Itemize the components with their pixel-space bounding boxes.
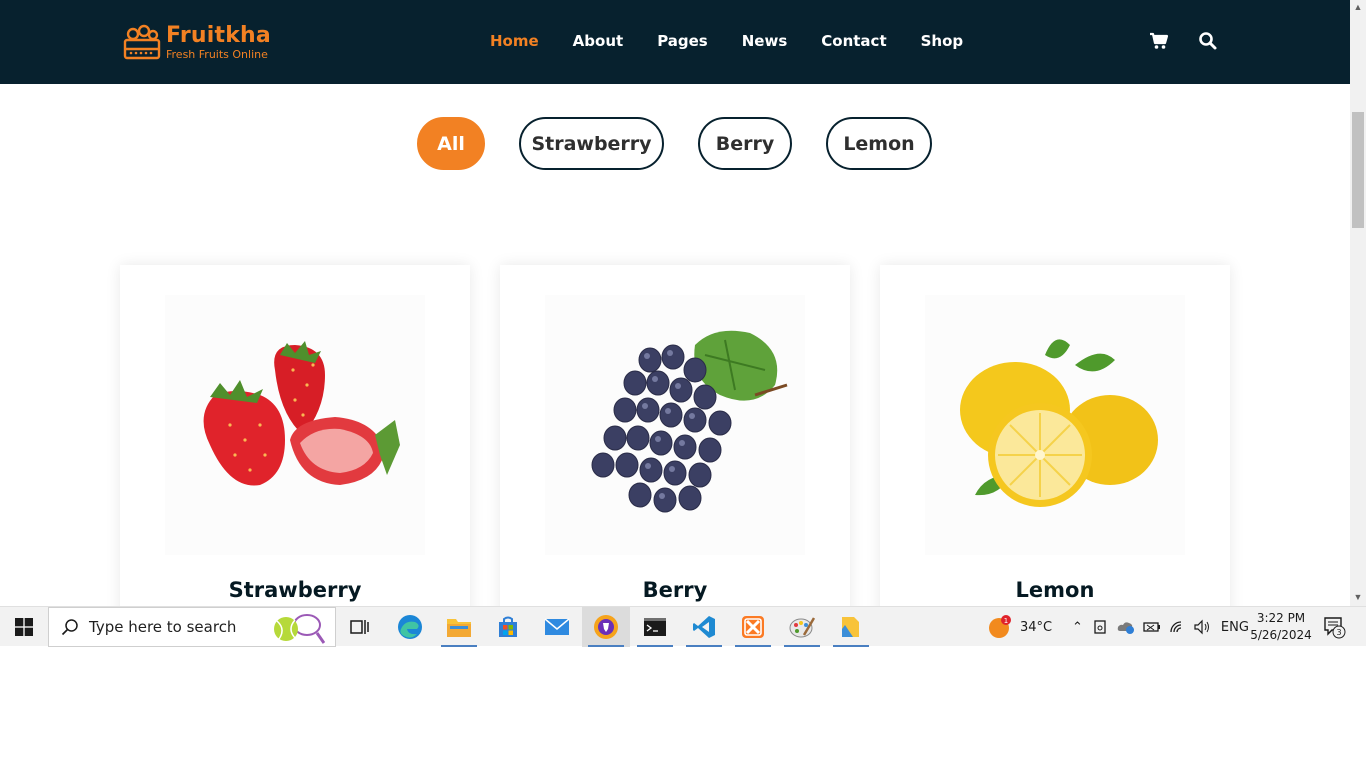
notification-icon: 3 xyxy=(1324,617,1346,639)
task-view-button[interactable] xyxy=(336,607,384,647)
folder-icon xyxy=(447,619,471,637)
weather-widget[interactable]: 1 34°C xyxy=(988,607,1052,647)
product-card-strawberry[interactable]: Strawberry xyxy=(120,265,470,606)
main-nav: Home About Pages News Contact Shop xyxy=(490,32,997,50)
strawberry-image[interactable] xyxy=(165,295,425,555)
scroll-down-arrow-icon[interactable]: ▼ xyxy=(1350,592,1366,604)
cart-icon[interactable] xyxy=(1149,31,1169,51)
taskbar-edge[interactable] xyxy=(386,607,434,647)
weather-temp: 34°C xyxy=(1020,619,1053,635)
taskbar-microsoft-store[interactable] xyxy=(484,607,532,647)
product-name[interactable]: Lemon xyxy=(880,578,1230,602)
logo[interactable]: Fruitkha Fresh Fruits Online xyxy=(122,22,271,62)
clock[interactable]: 3:22 PM 5/26/2024 xyxy=(1250,610,1312,644)
device-icon[interactable] xyxy=(1093,619,1107,635)
brand-name: Fruitkha xyxy=(166,22,271,48)
scroll-thumb[interactable] xyxy=(1352,112,1364,228)
windows-logo-icon xyxy=(15,618,33,636)
lemon-illustration xyxy=(960,339,1158,507)
product-card-berry[interactable]: Berry xyxy=(500,265,850,606)
taskbar-file-manager[interactable] xyxy=(827,607,875,647)
system-tray: ⌃ ENG xyxy=(1072,607,1249,647)
clock-time: 3:22 PM xyxy=(1256,611,1306,625)
store-icon xyxy=(499,616,517,637)
onedrive-cloud-icon[interactable] xyxy=(1117,619,1135,635)
taskbar: Type here to search 1 34°C ⌃ ENG 3:22 PM… xyxy=(0,606,1366,647)
clock-date: 5/26/2024 xyxy=(1250,628,1312,642)
magnifier-icon xyxy=(61,619,78,636)
product-filters: All Strawberry Berry Lemon xyxy=(0,117,1350,171)
taskbar-brave[interactable] xyxy=(582,607,630,647)
lemon-image[interactable] xyxy=(925,295,1185,555)
battery-icon[interactable] xyxy=(1143,619,1161,635)
paint-palette-icon xyxy=(789,617,815,638)
edge-icon xyxy=(398,615,422,639)
nav-about[interactable]: About xyxy=(573,32,624,50)
taskbar-file-explorer[interactable] xyxy=(435,607,483,647)
brave-browser-icon xyxy=(594,615,618,639)
grapes-illustration xyxy=(591,330,788,513)
nav-pages[interactable]: Pages xyxy=(657,32,708,50)
weather-alert-badge: 1 xyxy=(1004,617,1008,625)
taskbar-xampp[interactable] xyxy=(729,607,777,647)
search-placeholder: Type here to search xyxy=(89,618,237,636)
taskbar-terminal[interactable] xyxy=(631,607,679,647)
nav-contact[interactable]: Contact xyxy=(821,32,886,50)
mail-icon xyxy=(544,618,570,635)
filter-strawberry[interactable]: Strawberry xyxy=(519,117,664,170)
taskbar-search[interactable]: Type here to search xyxy=(48,607,336,647)
product-card-lemon[interactable]: Lemon xyxy=(880,265,1230,606)
browser-viewport: Fruitkha Fresh Fruits Online Home About … xyxy=(0,0,1366,606)
taskbar-mail[interactable] xyxy=(533,607,581,647)
task-view-icon xyxy=(350,620,369,634)
page-scrollbar[interactable]: ▲ ▼ xyxy=(1350,0,1366,606)
scroll-up-arrow-icon[interactable]: ▲ xyxy=(1350,2,1366,14)
language-indicator[interactable]: ENG xyxy=(1221,620,1249,635)
notification-center[interactable]: 3 xyxy=(1322,607,1346,647)
volume-icon[interactable] xyxy=(1193,619,1211,635)
show-hidden-icons-chevron-icon[interactable]: ⌃ xyxy=(1072,620,1083,635)
terminal-icon xyxy=(644,618,666,636)
file-manager-icon xyxy=(842,617,859,637)
start-button[interactable] xyxy=(0,607,48,647)
taskbar-vscode[interactable] xyxy=(680,607,728,647)
filter-all[interactable]: All xyxy=(417,117,485,170)
notification-count: 3 xyxy=(1336,628,1341,637)
grapes-image[interactable] xyxy=(545,295,805,555)
vscode-icon xyxy=(693,616,715,638)
nav-news[interactable]: News xyxy=(742,32,788,50)
taskbar-paint[interactable] xyxy=(778,607,826,647)
site-header: Fruitkha Fresh Fruits Online Home About … xyxy=(0,0,1350,84)
filter-berry[interactable]: Berry xyxy=(698,117,792,170)
product-name[interactable]: Strawberry xyxy=(120,578,470,602)
product-name[interactable]: Berry xyxy=(500,578,850,602)
fruit-basket-icon xyxy=(123,24,161,60)
xampp-icon xyxy=(742,616,764,638)
filter-lemon[interactable]: Lemon xyxy=(826,117,932,170)
strawberry-illustration xyxy=(203,341,400,486)
wifi-icon[interactable] xyxy=(1169,619,1187,635)
weather-sun-icon: 1 xyxy=(989,615,1011,638)
search-icon[interactable] xyxy=(1198,31,1218,51)
tennis-icon xyxy=(274,614,325,644)
brand-tagline: Fresh Fruits Online xyxy=(166,47,268,61)
nav-shop[interactable]: Shop xyxy=(921,32,964,50)
nav-home[interactable]: Home xyxy=(490,32,539,50)
